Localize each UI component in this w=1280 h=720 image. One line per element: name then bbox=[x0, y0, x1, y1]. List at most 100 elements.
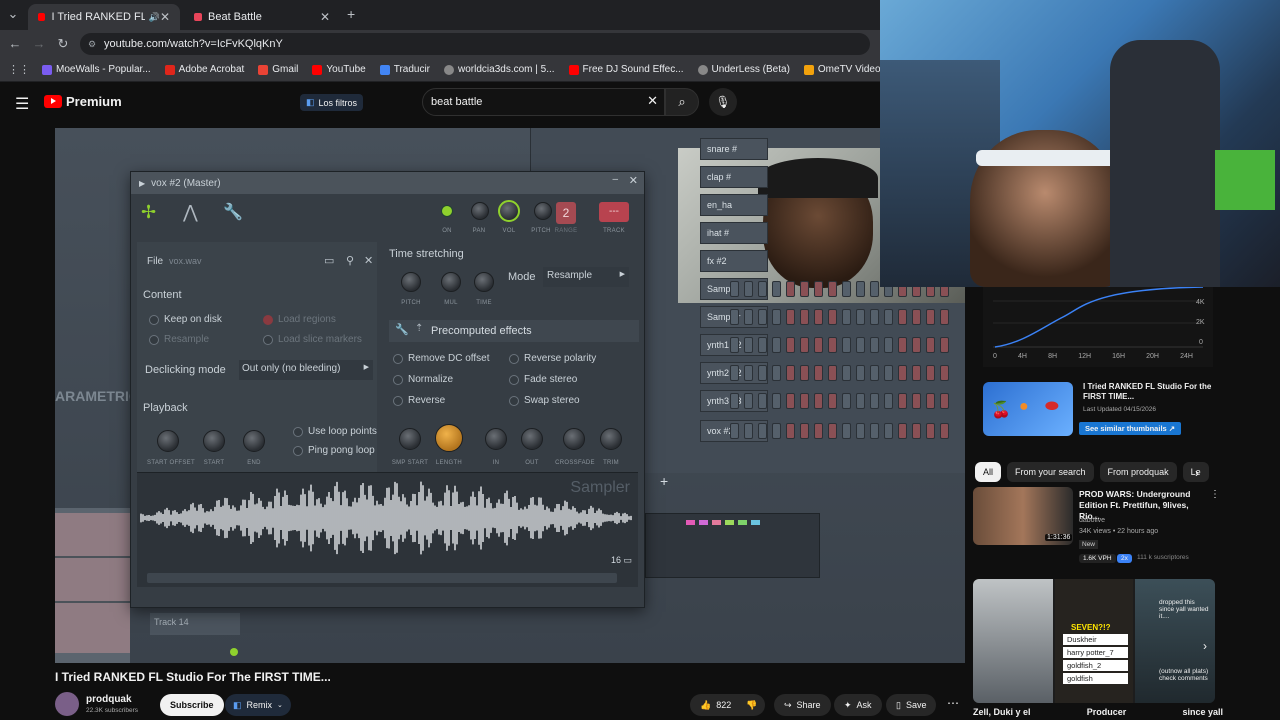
normalize-option[interactable]: Normalize bbox=[393, 374, 453, 385]
step-button[interactable] bbox=[800, 365, 809, 381]
step-button[interactable] bbox=[758, 393, 767, 409]
step-button[interactable] bbox=[814, 337, 823, 353]
step-button[interactable] bbox=[772, 423, 781, 439]
vol-knob[interactable] bbox=[498, 200, 520, 222]
step-button[interactable] bbox=[814, 393, 823, 409]
step-button[interactable] bbox=[786, 309, 795, 325]
site-info-icon[interactable]: ⚙ bbox=[88, 39, 96, 50]
ts-pitch-knob[interactable] bbox=[401, 272, 421, 292]
step-button[interactable] bbox=[912, 393, 921, 409]
step-button[interactable] bbox=[884, 337, 893, 353]
step-button[interactable] bbox=[800, 337, 809, 353]
step-button[interactable] bbox=[772, 365, 781, 381]
step-button[interactable] bbox=[870, 423, 879, 439]
step-button[interactable] bbox=[898, 393, 907, 409]
step-button[interactable] bbox=[912, 365, 921, 381]
step-button[interactable] bbox=[730, 393, 739, 409]
channel-button[interactable]: clap # bbox=[700, 166, 768, 188]
bookmark-item[interactable]: MoeWalls - Popular... bbox=[42, 64, 151, 75]
step-button[interactable] bbox=[828, 393, 837, 409]
step-button[interactable] bbox=[828, 309, 837, 325]
step-button[interactable] bbox=[800, 281, 809, 297]
step-button[interactable] bbox=[856, 423, 865, 439]
new-tab-icon[interactable]: + bbox=[347, 6, 355, 22]
step-button[interactable] bbox=[940, 423, 949, 439]
step-button[interactable] bbox=[884, 365, 893, 381]
step-button[interactable] bbox=[940, 309, 949, 325]
step-button[interactable] bbox=[814, 365, 823, 381]
step-button[interactable] bbox=[772, 309, 781, 325]
fade-stereo-option[interactable]: Fade stereo bbox=[509, 374, 577, 385]
step-button[interactable] bbox=[730, 337, 739, 353]
on-led[interactable] bbox=[441, 205, 453, 217]
reload-icon[interactable]: ↻ bbox=[54, 36, 72, 52]
step-button[interactable] bbox=[856, 365, 865, 381]
use-loop-points-option[interactable]: Use loop points bbox=[293, 426, 377, 437]
channel-button[interactable]: en_ha bbox=[700, 194, 768, 216]
step-button[interactable] bbox=[730, 365, 739, 381]
tab-search-icon[interactable]: ⌄ bbox=[4, 6, 22, 22]
voice-search-icon[interactable]: 🎙 bbox=[709, 88, 737, 116]
bookmark-item[interactable]: Adobe Acrobat bbox=[164, 64, 244, 75]
channel-button[interactable]: ihat # bbox=[700, 222, 768, 244]
ping-pong-loop-option[interactable]: Ping pong loop bbox=[293, 445, 375, 456]
in-knob[interactable] bbox=[485, 428, 507, 450]
out-knob[interactable] bbox=[521, 428, 543, 450]
step-button[interactable] bbox=[884, 423, 893, 439]
range-value[interactable]: 2 bbox=[556, 202, 576, 224]
step-button[interactable] bbox=[842, 337, 851, 353]
step-button[interactable] bbox=[842, 423, 851, 439]
step-button[interactable] bbox=[898, 423, 907, 439]
channel-button[interactable]: fx #2 bbox=[700, 250, 768, 272]
pan-knob[interactable] bbox=[471, 202, 489, 220]
step-button[interactable] bbox=[926, 423, 935, 439]
step-button[interactable] bbox=[800, 309, 809, 325]
step-button[interactable] bbox=[884, 393, 893, 409]
step-button[interactable] bbox=[814, 423, 823, 439]
step-button[interactable] bbox=[856, 393, 865, 409]
step-button[interactable] bbox=[870, 281, 879, 297]
step-button[interactable] bbox=[758, 337, 767, 353]
step-button[interactable] bbox=[856, 309, 865, 325]
bookmark-item[interactable]: Free DJ Sound Effec... bbox=[568, 64, 684, 75]
like-button[interactable]: 👍 822 bbox=[690, 694, 742, 716]
step-button[interactable] bbox=[926, 309, 935, 325]
step-button[interactable] bbox=[940, 365, 949, 381]
envelope-icon[interactable]: ⋀ bbox=[183, 202, 198, 223]
clear-search-icon[interactable]: ✕ bbox=[647, 93, 658, 109]
smp-start-knob[interactable] bbox=[399, 428, 421, 450]
step-button[interactable] bbox=[786, 393, 795, 409]
step-button[interactable] bbox=[758, 309, 767, 325]
step-button[interactable] bbox=[786, 423, 795, 439]
step-button[interactable] bbox=[842, 393, 851, 409]
step-button[interactable] bbox=[870, 393, 879, 409]
arrow-icon[interactable]: ⇡ bbox=[415, 323, 423, 334]
step-button[interactable] bbox=[912, 309, 921, 325]
step-button[interactable] bbox=[744, 281, 753, 297]
wrench-icon[interactable]: 🔧 bbox=[395, 323, 409, 336]
ask-button[interactable]: ✦ Ask bbox=[834, 694, 882, 716]
more-actions-icon[interactable]: ⋯ bbox=[947, 696, 959, 710]
step-button[interactable] bbox=[842, 365, 851, 381]
save-button[interactable]: ▯ Save bbox=[886, 694, 937, 716]
search-input[interactable]: beat battle ✕ bbox=[422, 88, 665, 116]
bookmark-item[interactable]: Gmail bbox=[258, 64, 298, 75]
step-button[interactable] bbox=[856, 281, 865, 297]
step-button[interactable] bbox=[912, 423, 921, 439]
channel-name[interactable]: prodquak bbox=[86, 694, 132, 705]
load-slice-markers-option[interactable]: Load slice markers bbox=[263, 334, 362, 345]
step-button[interactable] bbox=[814, 309, 823, 325]
sampler-titlebar[interactable]: ▶ vox #2 (Master) – ✕ bbox=[131, 172, 644, 194]
step-button[interactable] bbox=[758, 281, 767, 297]
clear-file-icon[interactable]: ✕ bbox=[364, 254, 373, 267]
bookmark-item[interactable]: UnderLess (Beta) bbox=[697, 64, 790, 75]
step-button[interactable] bbox=[940, 337, 949, 353]
step-button[interactable] bbox=[786, 337, 795, 353]
start-knob[interactable] bbox=[203, 430, 225, 452]
step-button[interactable] bbox=[926, 365, 935, 381]
length-knob[interactable] bbox=[435, 424, 463, 452]
close-tab-icon[interactable]: ✕ bbox=[320, 10, 330, 24]
reverse-polarity-option[interactable]: Reverse polarity bbox=[509, 353, 596, 364]
see-similar-button[interactable]: See similar thumbnails ↗ bbox=[1079, 422, 1182, 435]
shelf-next-icon[interactable]: › bbox=[1203, 639, 1207, 653]
